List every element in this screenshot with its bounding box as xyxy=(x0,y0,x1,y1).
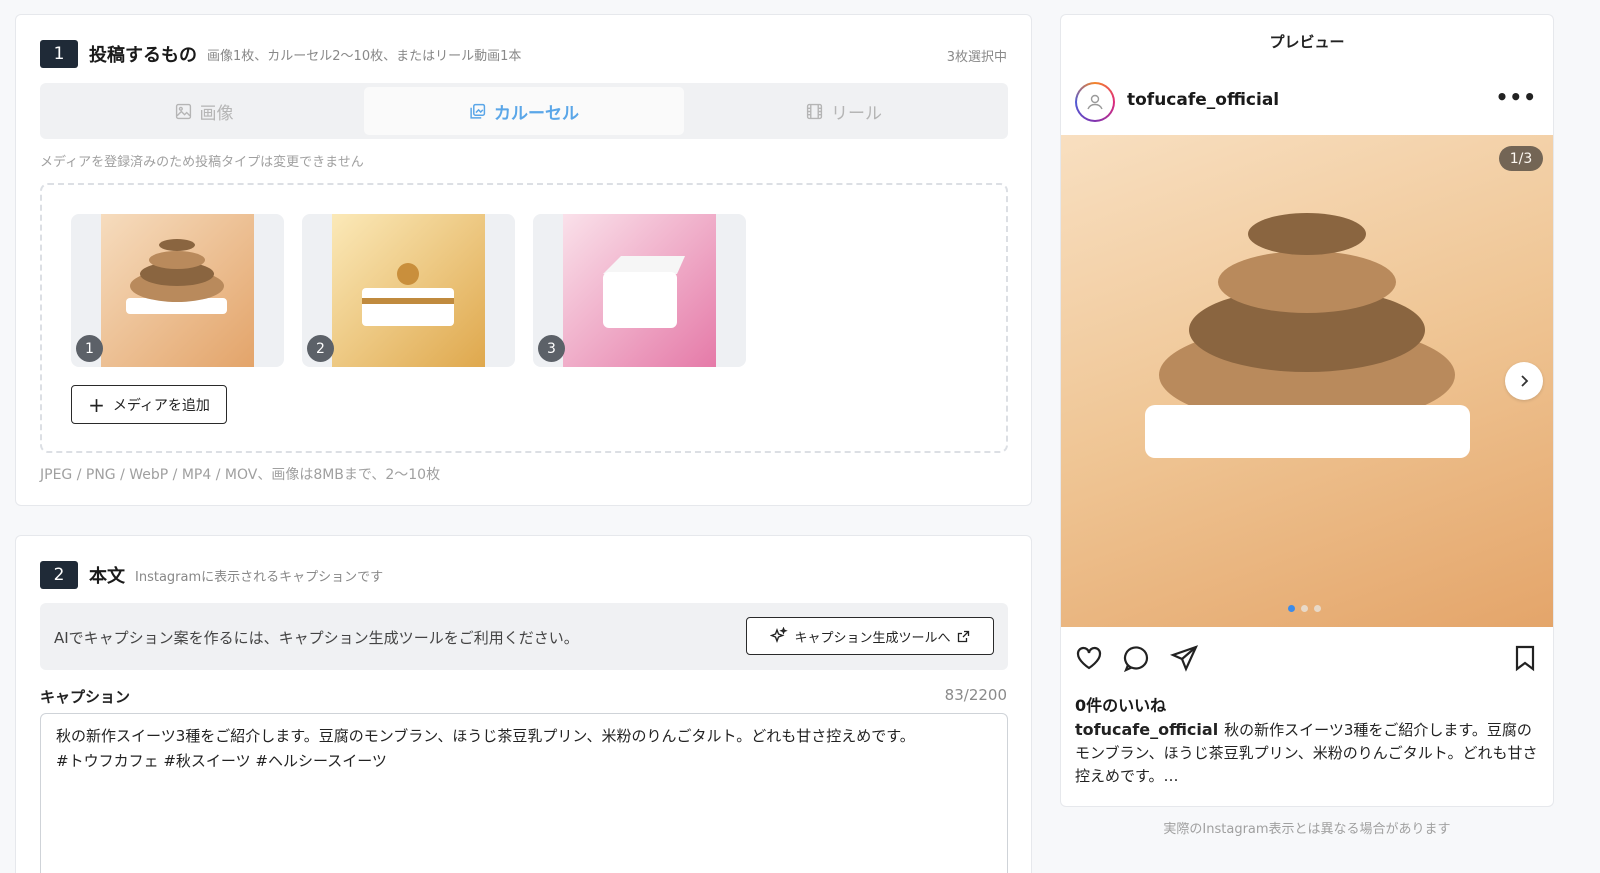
caption-section-header: 2 本文 Instagramに表示されるキャプションです xyxy=(40,561,383,589)
carousel-dots xyxy=(1288,605,1321,612)
media-thumbnail[interactable]: 3 xyxy=(533,214,746,367)
preview-title: プレビュー xyxy=(1060,14,1554,69)
sparkle-icon xyxy=(770,627,789,643)
media-thumbnail[interactable]: 2 xyxy=(302,214,515,367)
tab-label: 画像 xyxy=(199,103,234,124)
preview-media: 1/3 xyxy=(1061,135,1553,627)
more-options-icon[interactable]: ••• xyxy=(1496,85,1537,109)
comment-icon[interactable] xyxy=(1122,644,1151,673)
carousel-next-button[interactable] xyxy=(1505,362,1543,400)
caption-username: tofucafe_official xyxy=(1075,720,1219,739)
section-title: 投稿するもの xyxy=(89,45,197,66)
step-badge: 1 xyxy=(40,40,78,68)
section-subtitle: Instagramに表示されるキャプションです xyxy=(135,569,384,585)
tab-label: リール xyxy=(831,103,882,124)
like-count: 0件のいいね xyxy=(1075,696,1167,715)
add-media-label: メディアを追加 xyxy=(112,397,210,414)
preview-caption: tofucafe_official 秋の新作スイーツ3種をご紹介します。豆腐のモン… xyxy=(1075,718,1541,788)
section-subtitle: 画像1枚、カルーセル2〜10枚、またはリール動画1本 xyxy=(207,48,522,64)
send-icon[interactable] xyxy=(1170,644,1199,673)
chevron-right-icon xyxy=(1521,375,1529,387)
tab-reel[interactable]: リール xyxy=(684,87,1004,135)
preview-action-bar xyxy=(1061,639,1553,679)
media-section-header: 1 投稿するもの 画像1枚、カルーセル2〜10枚、またはリール動画1本 xyxy=(40,40,521,68)
image-icon xyxy=(175,103,191,119)
section-title: 本文 xyxy=(89,566,125,587)
thumbnail-index: 1 xyxy=(76,335,103,362)
carousel-dot xyxy=(1301,605,1308,612)
step-badge: 2 xyxy=(40,561,78,589)
caption-tool-button[interactable]: キャプション生成ツールへ xyxy=(746,617,994,655)
media-section: 1 投稿するもの 画像1枚、カルーセル2〜10枚、またはリール動画1本 3枚選択… xyxy=(15,14,1032,506)
carousel-icon xyxy=(470,103,486,119)
add-media-button[interactable]: + メディアを追加 xyxy=(71,385,227,424)
caption-tool-label: キャプション生成ツールへ xyxy=(794,630,951,646)
instagram-preview: tofucafe_official ••• 1/3 0件のいいね tofucaf… xyxy=(1060,68,1554,807)
caption-textarea[interactable]: 秋の新作スイーツ3種をご紹介します。豆腐のモンブラン、ほうじ茶豆乳プリン、米粉の… xyxy=(40,713,1008,873)
format-hint: JPEG / PNG / WebP / MP4 / MOV、画像は8MBまで、2… xyxy=(40,467,441,483)
caption-section: 2 本文 Instagramに表示されるキャプションです AIでキャプション案を… xyxy=(15,535,1032,873)
media-dropzone[interactable]: 1 2 3 + メディアを追加 xyxy=(40,183,1008,453)
pudding-image xyxy=(332,214,485,367)
preview-disclaimer: 実際のInstagram表示とは異なる場合があります xyxy=(1163,822,1451,837)
ai-notice-text: AIでキャプション案を作るには、キャプション生成ツールをご利用ください。 xyxy=(54,629,579,647)
post-type-lock-hint: メディアを登録済みのため投稿タイプは変更できません xyxy=(40,155,364,170)
carousel-dot xyxy=(1288,605,1295,612)
tab-carousel[interactable]: カルーセル xyxy=(364,87,684,135)
user-icon xyxy=(1087,94,1103,110)
selected-count: 3枚選択中 xyxy=(946,50,1007,65)
external-link-icon xyxy=(957,630,969,642)
thumbnail-index: 2 xyxy=(307,335,334,362)
film-icon xyxy=(806,103,823,119)
montblanc-image xyxy=(1145,213,1470,458)
caption-char-count: 83/2200 xyxy=(944,686,1007,704)
thumbnail-index: 3 xyxy=(538,335,565,362)
post-type-tabs: 画像 カルーセル リール xyxy=(40,83,1008,139)
avatar xyxy=(1075,82,1115,122)
tab-label: カルーセル xyxy=(494,103,579,124)
tofu-image xyxy=(563,214,716,367)
preview-post-header: tofucafe_official ••• xyxy=(1061,68,1553,135)
heart-icon[interactable] xyxy=(1075,644,1103,672)
caption-label: キャプション xyxy=(40,688,131,706)
montblanc-image xyxy=(101,214,254,367)
carousel-counter: 1/3 xyxy=(1499,146,1543,171)
ai-caption-notice: AIでキャプション案を作るには、キャプション生成ツールをご利用ください。 キャプ… xyxy=(40,603,1008,670)
bookmark-icon[interactable] xyxy=(1513,644,1537,672)
plus-icon: + xyxy=(88,392,105,417)
preview-username: tofucafe_official xyxy=(1127,90,1280,110)
carousel-dot xyxy=(1314,605,1321,612)
media-thumbnail[interactable]: 1 xyxy=(71,214,284,367)
tab-image[interactable]: 画像 xyxy=(44,87,364,135)
